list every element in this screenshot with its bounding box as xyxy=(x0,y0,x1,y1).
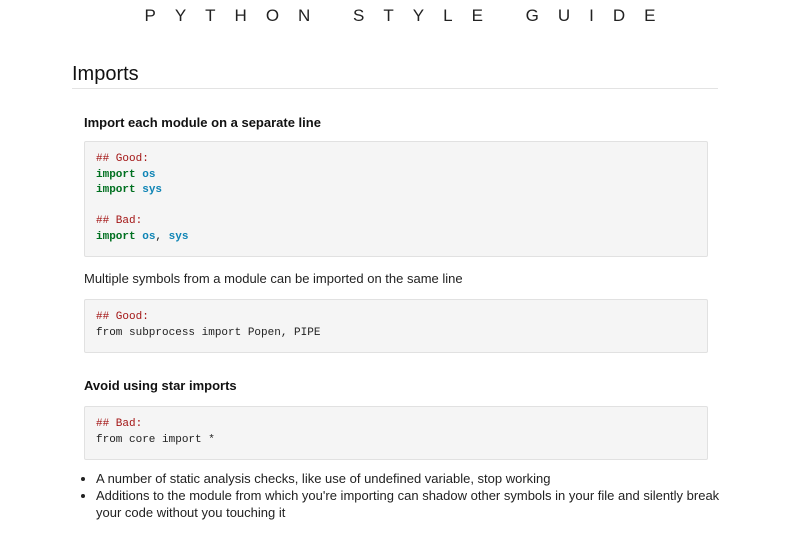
heading-star-imports: Avoid using star imports xyxy=(84,378,237,393)
code-module: sys xyxy=(168,230,189,243)
code-line: ## Bad: xyxy=(96,214,696,230)
list-item: Additions to the module from which you'r… xyxy=(96,487,736,521)
code-comment: ## Good: xyxy=(96,153,149,165)
code-text: from subprocess import Popen, PIPE xyxy=(96,326,321,339)
list-item: A number of static analysis checks, like… xyxy=(96,470,736,487)
code-comment: ## Bad: xyxy=(96,215,143,228)
section-title-imports: Imports xyxy=(72,63,139,85)
code-keyword: import xyxy=(96,230,136,243)
heading-separate-line: Import each module on a separate line xyxy=(84,115,321,130)
star-imports-reasons-list: A number of static analysis checks, like… xyxy=(80,470,736,521)
code-line: import os xyxy=(96,168,696,184)
paragraph-same-line: Multiple symbols from a module can be im… xyxy=(84,271,463,286)
code-line: import os, sys xyxy=(96,230,696,246)
code-line: ## Good: xyxy=(96,152,696,168)
code-keyword: import xyxy=(96,168,136,181)
code-block-star-imports[interactable]: ## Bad: from core import * xyxy=(84,406,708,460)
code-separator: , xyxy=(155,230,169,243)
code-module: os xyxy=(142,230,156,243)
code-comment: ## Good: xyxy=(96,311,149,323)
code-block-separate-line[interactable]: ## Good: import os import sys ## Bad: im… xyxy=(84,141,708,257)
code-line: ## Good: xyxy=(96,310,696,326)
code-text: from core import * xyxy=(96,433,215,446)
code-line: from subprocess import Popen, PIPE xyxy=(96,326,696,342)
code-module: os xyxy=(142,168,156,181)
code-module: sys xyxy=(142,184,163,197)
code-keyword: import xyxy=(96,184,136,197)
code-block-same-line[interactable]: ## Good: from subprocess import Popen, P… xyxy=(84,299,708,353)
section-divider xyxy=(72,88,718,89)
code-comment: ## Bad: xyxy=(96,418,143,430)
code-line: from core import * xyxy=(96,433,696,449)
code-line: import sys xyxy=(96,183,696,199)
code-line: ## Bad: xyxy=(96,417,696,433)
page: PYTHON STYLE GUIDE Imports Import each m… xyxy=(0,0,800,541)
site-title[interactable]: PYTHON STYLE GUIDE xyxy=(0,6,800,26)
